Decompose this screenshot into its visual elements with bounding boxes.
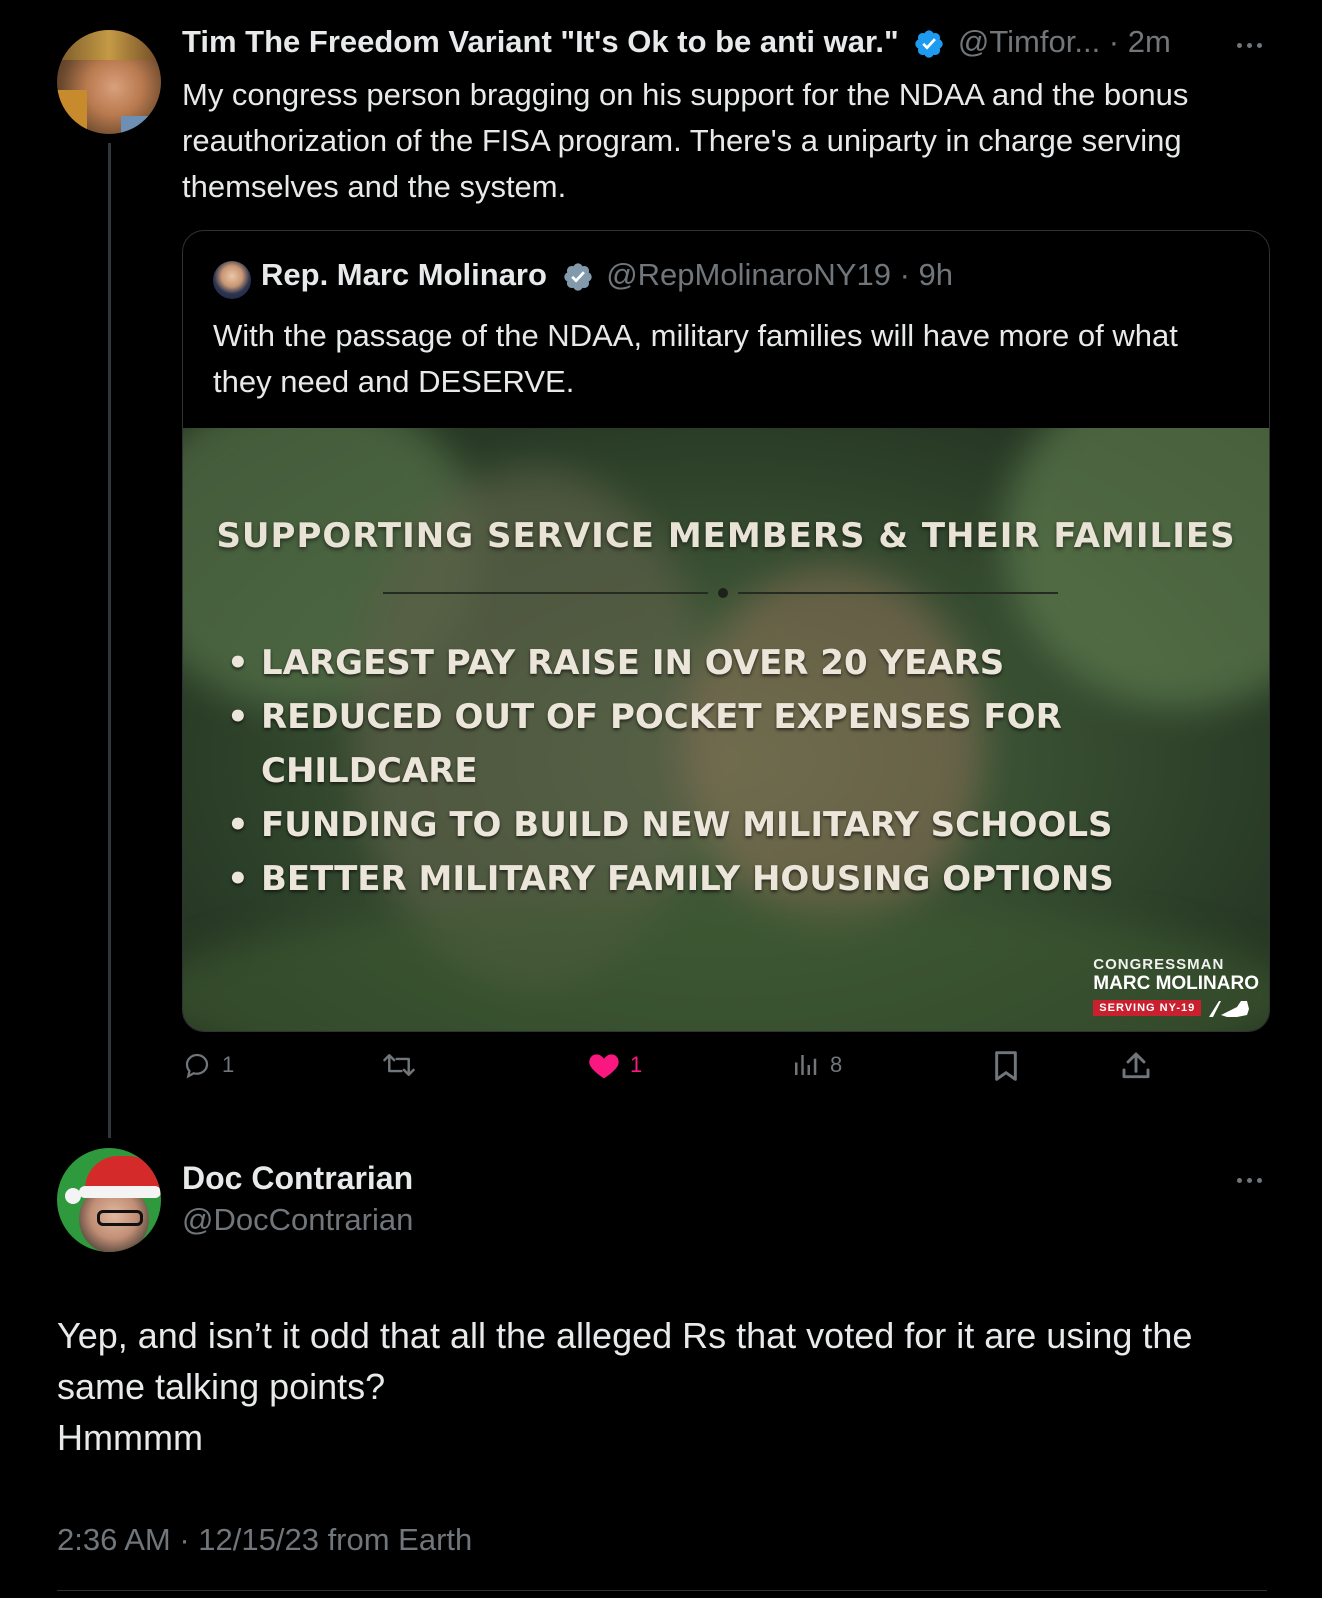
quoted-display-name: Rep. Marc Molinaro [261,257,547,292]
new-york-state-icon [1209,1001,1250,1017]
image-bullet: BETTER MILITARY FAMILY HOUSING OPTIONS [227,852,1221,906]
views-count: 8 [830,1052,843,1077]
retweet-icon [383,1054,415,1076]
quoted-avatar [213,261,251,299]
share-icon [1122,1052,1150,1079]
share-button[interactable] [1120,1050,1152,1082]
thread-line [108,143,111,1138]
more-options-icon[interactable] [1237,43,1262,48]
image-title: SUPPORTING SERVICE MEMBERS & THEIR FAMIL… [216,516,1236,556]
reply-text-line: Yep, and isn’t it odd that all the alleg… [57,1315,1193,1356]
quoted-text: With the passage of the NDAA, military f… [213,318,1178,399]
divider [57,1590,1267,1591]
more-options-icon[interactable] [1237,1178,1262,1183]
image-divider [383,592,708,594]
tweet-header: Tim The Freedom Variant "It's Ok to be a… [182,24,1222,68]
congressman-logo: CONGRESSMAN MARC MOLINARO SERVING NY-19 [1093,956,1259,1019]
quoted-tweet[interactable]: Rep. Marc Molinaro @RepMolinaroNY19 · 9h… [182,230,1270,1032]
reply-text-line: Hmmmm [57,1417,203,1458]
logo-line1: CONGRESSMAN [1093,956,1225,973]
retweet-button[interactable] [382,1050,426,1080]
reply-timestamp[interactable]: 2:36 AM · 12/15/23 from Earth [57,1522,472,1558]
reply-text-line: same talking points? [57,1366,386,1407]
reply-display-name[interactable]: Doc Contrarian [182,1160,413,1197]
reply-button[interactable]: 1 [182,1050,234,1080]
display-name[interactable]: Tim The Freedom Variant "It's Ok to be a… [182,24,899,59]
image-bullet: REDUCED OUT OF POCKET EXPENSES FOR CHILD… [227,690,1141,798]
quoted-header: Rep. Marc Molinaro @RepMolinaroNY19 · 9h [261,257,953,293]
avatar[interactable] [57,30,161,134]
image-divider-dot [718,588,728,598]
quoted-handle: @RepMolinaroNY19 [606,257,891,292]
verified-gray-badge-icon [563,263,592,291]
image-bullets: LARGEST PAY RAISE IN OVER 20 YEARS REDUC… [227,636,1221,906]
views-icon [795,1055,817,1075]
heart-icon [589,1054,619,1079]
handle-time[interactable]: @Timfor... · 2m [958,24,1171,59]
bookmark-button[interactable] [992,1050,1020,1082]
reply-text: Yep, and isn’t it odd that all the alleg… [57,1310,1277,1463]
image-bullet: LARGEST PAY RAISE IN OVER 20 YEARS [227,636,1221,690]
image-bullet: FUNDING TO BUILD NEW MILITARY SCHOOLS [227,798,1221,852]
like-count: 1 [630,1052,643,1077]
views-button[interactable]: 8 [790,1050,842,1080]
image-divider [738,592,1058,594]
quoted-image[interactable]: SUPPORTING SERVICE MEMBERS & THEIR FAMIL… [183,428,1269,1031]
reply-handle[interactable]: @DocContrarian [182,1202,413,1238]
logo-badge: SERVING NY-19 [1093,997,1259,1019]
like-button[interactable]: 1 [588,1050,642,1080]
logo-line2: MARC MOLINARO [1093,973,1259,994]
logo-line3: SERVING NY-19 [1093,1000,1202,1016]
reply-count: 1 [222,1052,235,1077]
reply-icon [185,1053,209,1079]
bookmark-icon [995,1051,1017,1081]
reply-avatar[interactable] [57,1148,161,1252]
verified-badge-icon [915,30,943,58]
tweet-text: My congress person bragging on his suppo… [182,77,1189,204]
quoted-time: · 9h [899,257,954,292]
